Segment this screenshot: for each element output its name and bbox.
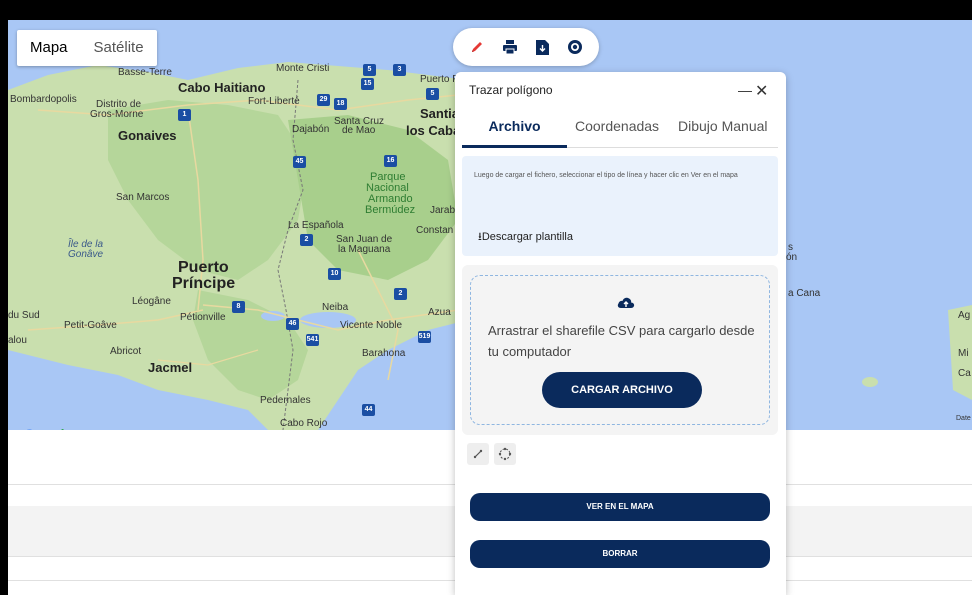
map-type-satellite-button[interactable]: Satélite: [81, 30, 157, 66]
road-shield: 10: [328, 268, 341, 280]
map-label: Abricot: [110, 346, 142, 357]
panel-tabs: Archivo Coordenadas Dibujo Manual: [462, 112, 778, 148]
map-label: Gonaives: [118, 128, 177, 143]
polygon-tool-button[interactable]: [494, 443, 516, 465]
map-type-control: Mapa Satélite: [17, 30, 157, 66]
map-label: a Cana: [788, 288, 821, 299]
map-label: Puerto P: [420, 74, 459, 85]
map-label: Mi: [958, 348, 969, 359]
map-label: La Española: [288, 220, 344, 231]
view-on-map-button[interactable]: VER EN EL MAPA: [470, 493, 770, 521]
map-label: Vicente Noble: [340, 320, 403, 331]
map-label: de Mao: [342, 125, 376, 136]
road-shield: 45: [293, 156, 306, 168]
info-box: Luego de cargar el fichero, seleccionar …: [462, 156, 778, 256]
map-label: los Caba: [406, 123, 461, 138]
road-shield: 16: [384, 155, 397, 167]
upload-file-button[interactable]: CARGAR ARCHIVO: [542, 372, 702, 408]
map-label: Fort-Liberté: [248, 96, 300, 107]
map-label: Constan: [416, 225, 454, 236]
draw-polygon-panel: Trazar polígono — ✕ Archivo Coordenadas …: [455, 72, 786, 595]
polygon-icon: [498, 447, 512, 461]
road-shield: 8: [232, 301, 245, 313]
map-label: Dajabón: [292, 124, 330, 135]
map-label: Cabo Rojo: [280, 418, 328, 429]
info-text: Luego de cargar el fichero, seleccionar …: [474, 172, 738, 179]
map-label: Príncipe: [172, 275, 236, 292]
cloud-upload-icon: [617, 296, 635, 315]
map-attribution: Date: [956, 415, 971, 422]
road-shield: 541: [306, 334, 319, 346]
map-label: Pétionville: [180, 312, 226, 323]
tab-dibujo-manual[interactable]: Dibujo Manual: [678, 112, 768, 140]
file-dropzone[interactable]: Arrastrar el sharefile CSV para cargarlo…: [470, 275, 770, 425]
road-shield: 3: [393, 64, 406, 76]
road-shield: 1: [178, 109, 191, 121]
map-label: Ag: [958, 310, 971, 321]
clear-button[interactable]: BORRAR: [470, 540, 770, 568]
map-label: Azua: [428, 307, 451, 318]
map-label: Pedernales: [260, 395, 311, 406]
map-label: du Sud: [8, 310, 40, 321]
map-label: la Maguana: [338, 244, 391, 255]
road-shield: 2: [394, 288, 407, 300]
road-shield: 15: [361, 78, 374, 90]
panel-title: Trazar polígono: [469, 83, 553, 97]
map-label: Bermúdez: [365, 204, 416, 216]
save-file-icon[interactable]: [532, 37, 552, 57]
map-label: Jarab: [430, 205, 456, 216]
dropzone-text: Arrastrar el sharefile CSV para cargarlo…: [488, 323, 755, 359]
screen: Basse-Terre Monte Cristi Puerto P Bombar…: [0, 0, 972, 595]
map-label: Bombardopolis: [10, 94, 77, 105]
map-label: Puerto: [178, 259, 229, 276]
map-toolbar: [453, 28, 599, 66]
road-shield: 44: [362, 404, 375, 416]
map-label: Léogâne: [132, 296, 171, 307]
road-shield: 519: [418, 331, 431, 343]
download-template-link[interactable]: ⭳Descargar plantilla: [478, 228, 573, 247]
print-icon[interactable]: [500, 37, 520, 57]
map-label: alou: [8, 335, 27, 346]
map-label: Gros-Morne: [90, 109, 144, 120]
tab-archivo[interactable]: Archivo: [462, 112, 567, 148]
map-label: ón: [786, 252, 798, 263]
road-shield: 5: [363, 64, 376, 76]
road-shield: 5: [426, 88, 439, 100]
road-shield: 29: [317, 94, 330, 106]
map-type-map-button[interactable]: Mapa: [17, 30, 81, 66]
road-shield: 2: [300, 234, 313, 246]
road-shield: 18: [334, 98, 347, 110]
line-tool-button[interactable]: [467, 443, 489, 465]
map-label: Gonâve: [68, 249, 104, 260]
map-label: Basse-Terre: [118, 67, 172, 78]
map-label: Petit-Goâve: [64, 320, 117, 331]
map-label: Jacmel: [148, 360, 193, 375]
map-label: Monte Cristi: [276, 63, 330, 74]
pencil-icon[interactable]: [467, 37, 487, 57]
close-button[interactable]: ✕: [755, 81, 768, 101]
map-label: Barahona: [362, 348, 406, 359]
map-label: Ca: [958, 368, 971, 379]
upload-section: Arrastrar el sharefile CSV para cargarlo…: [462, 265, 778, 435]
map-label: San Marcos: [116, 192, 170, 203]
tab-coordenadas[interactable]: Coordenadas: [575, 112, 659, 140]
map-label: Cabo Haitiano: [178, 80, 266, 95]
road-shield: 46: [286, 318, 299, 330]
line-icon: [473, 449, 483, 459]
minimize-button[interactable]: —: [738, 82, 752, 98]
target-icon[interactable]: [565, 37, 585, 57]
map-label: Neiba: [322, 302, 349, 313]
